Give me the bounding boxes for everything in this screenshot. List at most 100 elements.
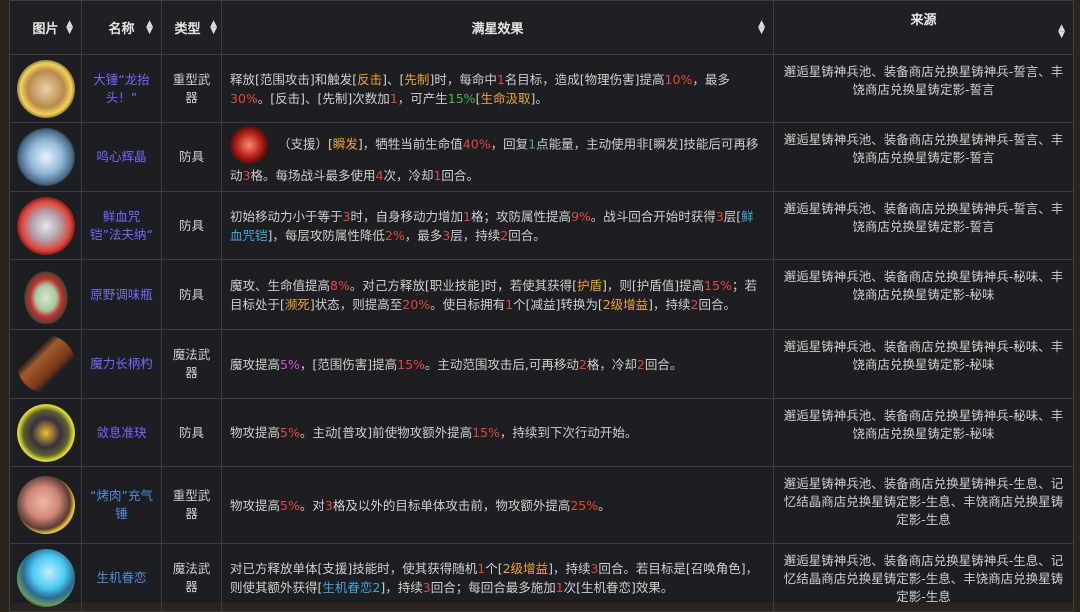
table-row: 鲜血咒铠”法夫纳“ 防具 初始移动力小于等于 3 时，自身移动力增加1格；攻防属性提高9… (9, 191, 1074, 260)
source-cell: 邂逅星铸神兵池、装备商店兑换星铸神兵-生息、记忆结晶商店兑换星铸定影-生息、丰饶… (773, 466, 1074, 544)
item-name-link[interactable]: “烤肉”充气锤 (81, 466, 162, 544)
effect-text: ]时，每命中 (429, 71, 497, 87)
effect-text: 回合。 (698, 296, 737, 312)
effect-text: 个[减益]转换为[ (513, 296, 603, 312)
effect-text: ]，持续 (648, 296, 691, 312)
effect-text: ]、[ (382, 71, 405, 87)
column-header-source[interactable]: 来源 ▲ ▼ (773, 0, 1074, 55)
effect-text: 格；攻防属性提高 (470, 208, 571, 224)
item-name-link[interactable]: 鸣心辉晶 (81, 122, 162, 192)
effect-text: 个[ (485, 560, 503, 576)
effect-highlight: 5% (280, 356, 300, 372)
item-name-link[interactable]: 生机眷恋 (81, 543, 162, 612)
table-row: 鸣心辉晶 防具 （支援）[瞬发]，牺牲当前生命值40%，回复1点能量，主动使用非[瞬… (9, 122, 1074, 192)
effect-text: 回合；每回合最多施加 (430, 579, 556, 595)
effect-text: ]，牺牲当前生命值 (357, 136, 463, 152)
item-name-link[interactable]: 大锤“龙抬头！” (81, 54, 162, 123)
effect-text: 物攻提高 (230, 497, 281, 513)
effect-highlight: 1 (496, 71, 505, 87)
column-header-effect[interactable]: 满星效果 ▲ ▼ (221, 0, 774, 55)
effect-text: 回合。 (644, 356, 683, 372)
effect-text: 初始移动力小于等于 (230, 208, 343, 224)
table-row: 原野调味瓶 防具 魔攻、生命值提高8%。对己方释放[职业技能]时，若使其获得[护盾]… (9, 259, 1074, 330)
effect-highlight: 15% (447, 90, 476, 106)
bottle-item-icon[interactable] (16, 265, 75, 324)
effect-text: 对已方释放单体[支援]技能时，使其获得随机 (230, 560, 478, 576)
effect-text: 。对己方释放[职业技能]时，若使其获得[ (349, 277, 577, 293)
item-name-link[interactable]: 魔力长柄杓 (81, 329, 162, 399)
effect-text: ，回复 (490, 136, 529, 152)
effect-highlight: 2级增益 (602, 296, 649, 312)
column-header-label: 满星效果 (471, 22, 524, 37)
effect-highlight: 1 (555, 579, 564, 595)
column-header-name[interactable]: 名称 ▲ ▼ (81, 0, 162, 55)
source-cell: 邂逅星铸神兵池、装备商店兑换星铸神兵-誓言、丰饶商店兑换星铸定影-誓言 (773, 54, 1074, 123)
sort-icon[interactable]: ▲ ▼ (146, 19, 153, 35)
item-name-link[interactable]: 原野调味瓶 (81, 259, 162, 330)
effect-highlight: 3 (715, 208, 724, 224)
effect-text: ]，每层攻防属性降低 (267, 227, 385, 243)
effect-text: ]，持续 (548, 560, 591, 576)
effect-highlight: 先制 (404, 71, 430, 87)
item-type: 重型武器 (161, 466, 222, 544)
effect-text: 名目标，造成[物理伤害]提高 (504, 71, 665, 87)
image-cell (9, 191, 82, 260)
effect-text: 次[生机眷恋]效果。 (563, 579, 674, 595)
effect-text: ]，持续 (380, 579, 423, 595)
pig-hammer-item-icon[interactable] (16, 476, 75, 534)
effect-text: ，[范围伤害]提高 (299, 356, 398, 372)
sort-icon[interactable]: ▲ ▼ (1058, 24, 1065, 40)
effect-highlight: 2级增益 (502, 560, 549, 576)
effect-highlight: 1 (505, 296, 514, 312)
effect-highlight: 3 (324, 497, 333, 513)
effect-cell: 初始移动力小于等于 3 时，自身移动力增加1格；攻防属性提高9%。战斗回合开始时获得… (221, 191, 774, 260)
effect-highlight: 1 (389, 90, 398, 106)
column-header-image[interactable]: 图片 ▲ ▼ (9, 0, 82, 55)
table-header-row: 图片 ▲ ▼ 名称 ▲ ▼ 类型 ▲ ▼ 满星效果 ▲ ▼ 来源 ▲ ▼ (9, 0, 1074, 55)
item-name-link[interactable]: 敛息准玦 (81, 398, 162, 467)
table-row: “烤肉”充气锤 重型武器 物攻提高5%。对3格及以外的目标单体攻击前，物攻额外提高2… (9, 466, 1074, 544)
effect-highlight: 5% (280, 425, 300, 440)
effect-text: ，可产生 (397, 90, 448, 106)
item-type: 防具 (161, 191, 222, 260)
effect-highlight: 2 (636, 356, 645, 372)
effect-text: 层[ (723, 208, 742, 224)
hammer-item-icon[interactable] (16, 59, 75, 118)
effect-text: ]，则[护盾值]提高 (602, 277, 705, 293)
effect-highlight: 护盾 (577, 277, 603, 293)
item-type: 魔法武器 (161, 543, 222, 612)
effect-text: ，持续到下次行动开始。 (499, 425, 638, 440)
effect-text: 时，自身移动力增加 (350, 208, 463, 224)
effect-text: 释放[范围攻击]和触发[ (230, 71, 358, 87)
effect-text: 。 (598, 497, 611, 513)
flower-item-icon[interactable] (16, 548, 75, 607)
armor-item-icon[interactable] (16, 196, 75, 255)
jade-item-icon[interactable] (16, 403, 75, 462)
image-cell (9, 329, 82, 399)
effect-highlight: 濒死 (284, 296, 310, 312)
item-type: 防具 (161, 398, 222, 467)
ladle-item-icon[interactable] (16, 335, 75, 393)
effect-text: 魔攻提高 (230, 356, 281, 372)
effect-text: 。[反击]、[先制]次数加 (257, 90, 390, 106)
effect-text: 。主动[普攻]前使物攻额外提高 (299, 425, 473, 440)
image-cell (9, 54, 82, 123)
crystal-item-icon[interactable] (16, 128, 75, 186)
column-header-type[interactable]: 类型 ▲ ▼ (161, 0, 222, 55)
image-cell (9, 259, 82, 330)
sort-icon[interactable]: ▲ ▼ (758, 19, 765, 35)
effect-highlight: 10% (664, 71, 693, 87)
image-cell (9, 466, 82, 544)
effect-highlight: 瞬发 (332, 136, 358, 152)
effect-text: ，最多 (692, 71, 730, 87)
column-header-label: 名称 (108, 22, 135, 37)
sort-icon[interactable]: ▲ ▼ (66, 19, 73, 35)
column-header-label: 图片 (32, 22, 59, 37)
sort-icon[interactable]: ▲ ▼ (210, 19, 217, 35)
effect-highlight: 生机眷恋2 (322, 579, 381, 595)
effect-text: （支援）[ (278, 136, 333, 152)
item-name-link[interactable]: 鲜血咒铠”法夫纳“ (81, 191, 162, 260)
effect-highlight: 2 (500, 227, 509, 243)
source-cell: 邂逅星铸神兵池、装备商店兑换星铸神兵-秘味、丰饶商店兑换星铸定影-秘味 (773, 398, 1074, 467)
effect-highlight: 5% (280, 497, 300, 513)
